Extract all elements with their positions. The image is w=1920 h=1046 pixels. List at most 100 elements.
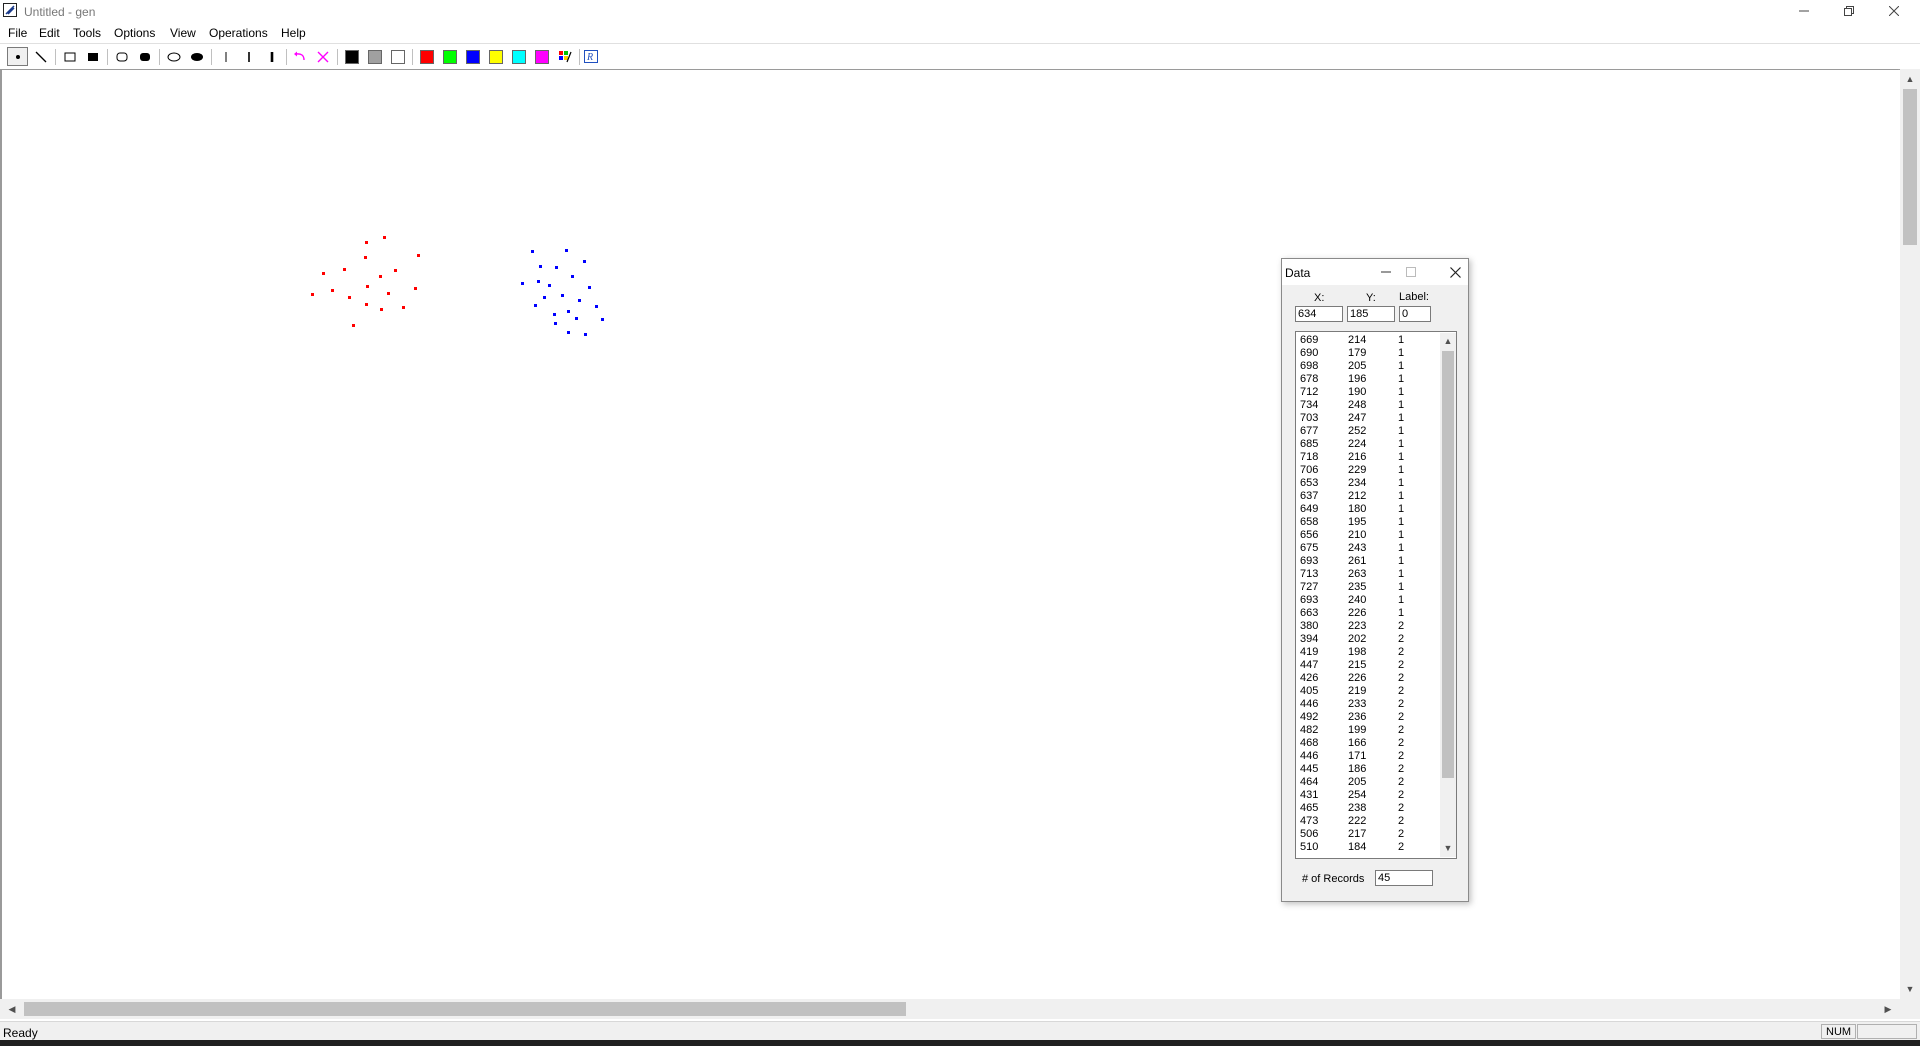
clear-button[interactable] xyxy=(312,47,333,66)
list-item[interactable]: 380 223 2 xyxy=(1298,620,1436,633)
list-item[interactable]: 405 219 2 xyxy=(1298,685,1436,698)
list-item[interactable]: 482 199 2 xyxy=(1298,724,1436,737)
scroll-up-arrow-icon[interactable]: ▲ xyxy=(1902,71,1918,87)
y-value: 236 xyxy=(1348,711,1367,723)
restore-button[interactable] xyxy=(1826,0,1871,22)
menu-options[interactable]: Options xyxy=(114,26,155,40)
color-magenta-button[interactable] xyxy=(531,47,552,66)
roundrect-filled-button[interactable] xyxy=(134,47,155,66)
list-item[interactable]: 698 205 1 xyxy=(1298,360,1436,373)
list-scroll-down-icon[interactable]: ▼ xyxy=(1440,840,1456,856)
menu-edit[interactable]: Edit xyxy=(39,26,60,40)
ellipse-outline-button[interactable] xyxy=(163,47,184,66)
color-black-button[interactable] xyxy=(341,47,362,66)
list-item[interactable]: 677 252 1 xyxy=(1298,425,1436,438)
color-swatch xyxy=(534,49,549,64)
color-red-button[interactable] xyxy=(416,47,437,66)
list-item[interactable]: 653 234 1 xyxy=(1298,477,1436,490)
menu-operations[interactable]: Operations xyxy=(209,26,268,40)
list-item[interactable]: 419 198 2 xyxy=(1298,646,1436,659)
list-item[interactable]: 706 229 1 xyxy=(1298,464,1436,477)
vertical-scroll-thumb[interactable] xyxy=(1903,89,1917,245)
font-tool-button[interactable]: R xyxy=(580,47,601,66)
rect-filled-button[interactable] xyxy=(82,47,103,66)
list-item[interactable]: 718 216 1 xyxy=(1298,451,1436,464)
custom-color-button[interactable] xyxy=(554,47,575,66)
list-item[interactable]: 734 248 1 xyxy=(1298,399,1436,412)
scroll-right-arrow-icon[interactable]: ▶ xyxy=(1880,1001,1896,1017)
data-point xyxy=(584,333,587,336)
minimize-button[interactable] xyxy=(1781,0,1826,22)
roundrect-outline-button[interactable] xyxy=(111,47,132,66)
list-item[interactable]: 394 202 2 xyxy=(1298,633,1436,646)
thin-line-button[interactable] xyxy=(215,47,236,66)
horizontal-scroll-thumb[interactable] xyxy=(24,1002,906,1016)
x-input[interactable]: 634 xyxy=(1295,306,1343,322)
horizontal-scrollbar[interactable]: ◀ ▶ xyxy=(0,999,1900,1019)
color-yellow-button[interactable] xyxy=(485,47,506,66)
list-item[interactable]: 447 215 2 xyxy=(1298,659,1436,672)
y-input[interactable]: 185 xyxy=(1347,306,1395,322)
scroll-down-arrow-icon[interactable]: ▼ xyxy=(1902,981,1918,997)
color-cyan-button[interactable] xyxy=(508,47,529,66)
list-item[interactable]: 510 184 2 xyxy=(1298,841,1436,854)
line-tool-button[interactable] xyxy=(30,47,51,66)
list-item[interactable]: 464 205 2 xyxy=(1298,776,1436,789)
list-item[interactable]: 446 233 2 xyxy=(1298,698,1436,711)
list-scroll-up-icon[interactable]: ▲ xyxy=(1440,333,1456,349)
point-tool-button[interactable] xyxy=(7,47,28,66)
list-item[interactable]: 663 226 1 xyxy=(1298,607,1436,620)
list-item[interactable]: 649 180 1 xyxy=(1298,503,1436,516)
list-item[interactable]: 431 254 2 xyxy=(1298,789,1436,802)
list-item[interactable]: 656 210 1 xyxy=(1298,529,1436,542)
list-item[interactable]: 445 186 2 xyxy=(1298,763,1436,776)
list-item[interactable]: 712 190 1 xyxy=(1298,386,1436,399)
list-item[interactable]: 468 166 2 xyxy=(1298,737,1436,750)
ellipse-filled-button[interactable] xyxy=(186,47,207,66)
x-label: X: xyxy=(1314,292,1325,304)
rect-outline-button[interactable] xyxy=(59,47,80,66)
list-item[interactable]: 492 236 2 xyxy=(1298,711,1436,724)
data-point xyxy=(521,282,524,285)
thick-line-button[interactable] xyxy=(261,47,282,66)
list-item[interactable]: 693 240 1 xyxy=(1298,594,1436,607)
list-item[interactable]: 465 238 2 xyxy=(1298,802,1436,815)
list-item[interactable]: 685 224 1 xyxy=(1298,438,1436,451)
list-item[interactable]: 713 263 1 xyxy=(1298,568,1436,581)
dialog-title-bar[interactable]: Data xyxy=(1282,259,1468,285)
menu-view[interactable]: View xyxy=(170,26,196,40)
label-input[interactable]: 0 xyxy=(1399,306,1431,322)
list-item[interactable]: 675 243 1 xyxy=(1298,542,1436,555)
list-item[interactable]: 690 179 1 xyxy=(1298,347,1436,360)
list-item[interactable]: 506 217 2 xyxy=(1298,828,1436,841)
list-scrollbar[interactable]: ▲ ▼ xyxy=(1440,333,1456,857)
list-item[interactable]: 703 247 1 xyxy=(1298,412,1436,425)
color-green-button[interactable] xyxy=(439,47,460,66)
menu-help[interactable]: Help xyxy=(281,26,306,40)
records-list[interactable]: 669 214 1 690 179 1 698 205 1 678 196 1 712 190 1 734 24… xyxy=(1295,331,1457,859)
list-item[interactable]: 658 195 1 xyxy=(1298,516,1436,529)
color-white-button[interactable] xyxy=(387,47,408,66)
dialog-minimize-button[interactable] xyxy=(1375,262,1397,282)
drawing-canvas[interactable] xyxy=(0,69,1898,999)
menu-tools[interactable]: Tools xyxy=(73,26,101,40)
list-item[interactable]: 693 261 1 xyxy=(1298,555,1436,568)
medium-line-button[interactable] xyxy=(238,47,259,66)
color-gray-button[interactable] xyxy=(364,47,385,66)
dialog-maximize-button[interactable] xyxy=(1400,262,1422,282)
list-item[interactable]: 678 196 1 xyxy=(1298,373,1436,386)
list-item[interactable]: 446 171 2 xyxy=(1298,750,1436,763)
list-item[interactable]: 669 214 1 xyxy=(1298,334,1436,347)
color-blue-button[interactable] xyxy=(462,47,483,66)
list-item[interactable]: 473 222 2 xyxy=(1298,815,1436,828)
close-button[interactable] xyxy=(1871,0,1916,22)
undo-button[interactable] xyxy=(289,47,310,66)
scroll-left-arrow-icon[interactable]: ◀ xyxy=(4,1001,20,1017)
list-scroll-thumb[interactable] xyxy=(1442,351,1454,778)
dialog-close-button[interactable] xyxy=(1444,262,1466,282)
list-item[interactable]: 727 235 1 xyxy=(1298,581,1436,594)
list-item[interactable]: 426 226 2 xyxy=(1298,672,1436,685)
list-item[interactable]: 637 212 1 xyxy=(1298,490,1436,503)
menu-file[interactable]: File xyxy=(8,26,27,40)
vertical-scrollbar[interactable]: ▲ ▼ xyxy=(1900,69,1920,999)
